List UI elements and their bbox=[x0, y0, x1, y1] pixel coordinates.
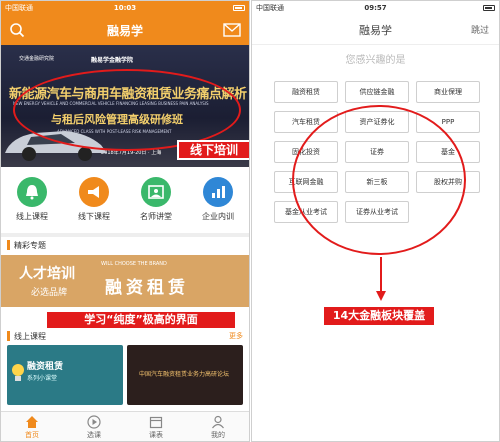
tab-home[interactable]: 首页 bbox=[1, 412, 63, 441]
annotation-14-sectors: 14大金融板块覆盖 bbox=[322, 305, 436, 327]
top-nav-bar: 融易学 跳过 bbox=[252, 15, 499, 45]
grid-item-label: 线下课程 bbox=[78, 212, 110, 221]
banner-logo-text: 交通金融研究院 bbox=[19, 56, 55, 62]
promo-tagline: WILL CHOOSE THE BRAND bbox=[101, 261, 167, 267]
play-icon bbox=[87, 415, 101, 429]
promo-subtitle: 必选品牌 bbox=[31, 288, 68, 298]
status-bar: 中国联通 09:57 bbox=[252, 1, 499, 15]
interest-prompt: 您感兴趣的是 bbox=[345, 55, 406, 66]
lightbulb-icon bbox=[12, 364, 24, 381]
course-cards: 融资租赁 系列小课堂 中国汽车融资租赁业务力高研论坛 bbox=[7, 345, 243, 405]
tab-label: 课表 bbox=[149, 431, 163, 439]
annotation-offline-training: 线下培训 bbox=[177, 140, 249, 160]
course-card-subtitle: 系列小课堂 bbox=[27, 375, 58, 382]
grid-item-label: 企业内训 bbox=[202, 212, 234, 221]
course-card[interactable]: 融资租赁 系列小课堂 bbox=[7, 345, 123, 405]
clock: 09:57 bbox=[364, 4, 387, 12]
section-header-online: 线上课程 更多 bbox=[1, 329, 249, 343]
calendar-icon bbox=[149, 416, 163, 429]
promo-banner[interactable]: 人才培训 必选品牌 WILL CHOOSE THE BRAND 融资租赁 bbox=[1, 255, 249, 307]
tab-label: 首页 bbox=[25, 431, 39, 439]
grid-item-online-course[interactable]: 线上课程 bbox=[4, 173, 60, 233]
home-screen: 中国联通 10:03 融易学 交通金融研究院 融易学金融学院 新能源汽车与商用车… bbox=[0, 0, 250, 442]
promo-headline: 融资租赁 bbox=[105, 278, 189, 298]
interest-chip[interactable]: 商业保理 bbox=[416, 81, 480, 103]
picture-icon bbox=[141, 177, 171, 207]
app-title: 融易学 bbox=[359, 23, 392, 37]
bell-icon bbox=[17, 177, 47, 207]
interest-select-screen: 中国联通 09:57 融易学 跳过 您感兴趣的是 融资租赁 供应链金融 商业保理… bbox=[251, 0, 500, 442]
highlight-ellipse bbox=[292, 105, 466, 255]
tab-label: 选课 bbox=[87, 431, 101, 439]
carrier-label: 中国联通 bbox=[256, 4, 284, 12]
grid-item-label: 名师讲堂 bbox=[140, 212, 172, 221]
section-title: 精彩专题 bbox=[14, 240, 46, 250]
top-nav-bar: 融易学 bbox=[1, 15, 249, 45]
course-card-title: 融资租赁 bbox=[27, 362, 64, 372]
skip-button[interactable]: 跳过 bbox=[471, 23, 489, 36]
more-link[interactable]: 更多 bbox=[229, 331, 243, 341]
mail-icon[interactable] bbox=[223, 23, 241, 37]
grid-item-corporate[interactable]: 企业内训 bbox=[190, 173, 246, 233]
category-grid: 线上课程 线下课程 名师讲堂 企业内训 bbox=[1, 173, 249, 233]
divider bbox=[1, 233, 249, 237]
user-icon bbox=[212, 415, 224, 429]
section-marker bbox=[7, 240, 10, 250]
search-icon[interactable] bbox=[9, 22, 25, 38]
arrow-down-icon bbox=[376, 257, 386, 301]
battery-icon bbox=[165, 4, 245, 12]
course-card-title: 中国汽车融资租赁业务力高研论坛 bbox=[139, 371, 230, 378]
status-bar: 中国联通 10:03 bbox=[1, 1, 249, 15]
tab-select-course[interactable]: 选课 bbox=[63, 412, 125, 441]
banner-brand-text: 融易学金融学院 bbox=[91, 57, 134, 64]
highlight-ellipse bbox=[13, 69, 241, 151]
chart-icon bbox=[203, 177, 233, 207]
grid-item-label: 线上课程 bbox=[16, 212, 48, 221]
battery-icon bbox=[415, 4, 496, 12]
grid-item-offline-course[interactable]: 线下课程 bbox=[66, 173, 122, 233]
annotation-purity: 学习“纯度”极高的界面 bbox=[45, 310, 237, 330]
interest-chip[interactable]: 供应链金融 bbox=[345, 81, 409, 103]
tab-label: 我的 bbox=[211, 431, 225, 439]
clock: 10:03 bbox=[113, 4, 137, 12]
tab-schedule[interactable]: 课表 bbox=[125, 412, 187, 441]
section-title: 线上课程 bbox=[14, 331, 46, 341]
home-icon bbox=[26, 416, 38, 428]
interest-chip[interactable]: 融资租赁 bbox=[274, 81, 338, 103]
bottom-tab-bar: 首页 选课 课表 我的 bbox=[1, 411, 249, 441]
promo-title: 人才培训 bbox=[19, 266, 75, 282]
carrier-label: 中国联通 bbox=[5, 4, 33, 12]
app-title: 融易学 bbox=[106, 23, 143, 38]
section-marker bbox=[7, 331, 10, 341]
section-header-featured: 精彩专题 bbox=[1, 238, 249, 252]
grid-item-masters[interactable]: 名师讲堂 bbox=[128, 173, 184, 233]
tab-me[interactable]: 我的 bbox=[187, 412, 249, 441]
megaphone-icon bbox=[79, 177, 109, 207]
course-card[interactable]: 中国汽车融资租赁业务力高研论坛 bbox=[127, 345, 243, 405]
